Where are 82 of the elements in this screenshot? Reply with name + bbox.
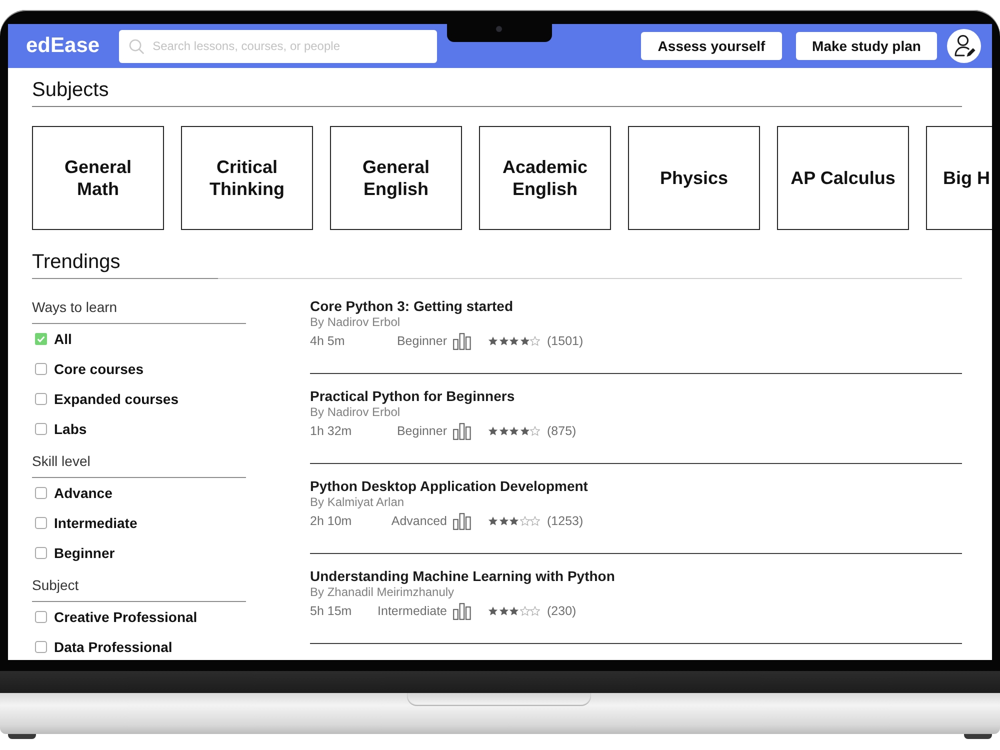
star-icon (509, 336, 519, 346)
star-icon (530, 516, 540, 526)
subject-card[interactable]: Big H (926, 126, 992, 230)
checkbox-label: Beginner (54, 545, 115, 561)
checkbox[interactable] (35, 547, 47, 559)
checkbox[interactable] (35, 333, 47, 345)
level-bars-icon (453, 332, 471, 350)
subject-card[interactable]: General English (330, 126, 462, 230)
filter-heading: Subject (32, 577, 79, 593)
checkbox-label: Expanded courses (54, 391, 178, 407)
user-edit-icon (947, 29, 981, 63)
checkbox[interactable] (35, 393, 47, 405)
section-title: Subjects (32, 79, 109, 101)
checkbox[interactable] (35, 517, 47, 529)
checkbox-label: Intermediate (54, 515, 138, 531)
star-icon (488, 606, 498, 616)
star-icon (520, 516, 530, 526)
course-title[interactable]: Understanding Machine Learning with Python (310, 568, 615, 584)
star-icon (509, 606, 519, 616)
subject-card[interactable]: Academic English (479, 126, 611, 230)
filter-heading: Skill level (32, 453, 90, 469)
section-title: Trendings (32, 251, 120, 273)
star-icon (498, 606, 508, 616)
subject-card[interactable]: Physics (628, 126, 760, 230)
review-count: (875) (547, 424, 576, 438)
star-icon (498, 336, 508, 346)
review-count: (230) (547, 604, 576, 618)
level-bars-icon (453, 512, 471, 530)
course-author: By Zhanadil Meirimzhanuly (310, 585, 454, 599)
profile-button[interactable] (947, 29, 981, 63)
star-icon (498, 516, 508, 526)
header-button[interactable]: Make study plan (796, 32, 937, 60)
star-icon (498, 426, 508, 436)
course-title[interactable]: Core Python 3: Getting started (310, 298, 514, 314)
logo[interactable]: edEase (26, 34, 100, 58)
level-bars-icon (453, 602, 471, 620)
review-count: (1253) (547, 514, 584, 528)
star-icon (488, 516, 498, 526)
checkbox-label: Labs (54, 421, 87, 437)
course-author: By Nadirov Erbol (310, 315, 400, 329)
checkbox-label: Advance (54, 485, 112, 501)
header-button[interactable]: Assess yourself (641, 32, 782, 60)
search-field[interactable]: Search lessons, courses, or people (118, 30, 437, 62)
search-icon (128, 38, 144, 54)
course-duration: 4h 5m (310, 334, 345, 348)
subject-card[interactable]: General Math (32, 126, 164, 230)
star-icon (530, 606, 540, 616)
course-level: Beginner (396, 334, 447, 348)
star-icon (520, 336, 530, 346)
checkbox[interactable] (35, 611, 47, 623)
star-icon (509, 426, 519, 436)
star-icon (520, 606, 530, 616)
star-icon (530, 426, 540, 436)
course-author: By Nadirov Erbol (310, 405, 400, 419)
course-level: Beginner (396, 424, 447, 438)
checkbox[interactable] (35, 487, 47, 499)
course-duration: 5h 15m (310, 604, 352, 618)
level-bars-icon (453, 422, 471, 440)
subject-card[interactable]: AP Calculus (777, 126, 909, 230)
camera-icon (496, 26, 502, 32)
course-duration: 1h 32m (310, 424, 352, 438)
course-title[interactable]: Python Desktop Application Development (310, 478, 588, 494)
star-icon (488, 336, 498, 346)
course-duration: 2h 10m (310, 514, 352, 528)
star-icon (520, 426, 530, 436)
star-icon (530, 336, 540, 346)
course-level: Intermediate (378, 604, 447, 618)
checkbox-label: Core courses (54, 361, 144, 377)
checkbox[interactable] (35, 363, 47, 375)
checkbox-label: Creative Professional (54, 609, 198, 625)
course-author: By Kalmiyat Arlan (310, 495, 404, 509)
filter-heading: Ways to learn (32, 299, 118, 315)
checkbox[interactable] (35, 641, 47, 653)
subject-card[interactable]: Critical Thinking (181, 126, 313, 230)
course-level: Advanced (391, 514, 447, 528)
checkbox-label: All (54, 331, 72, 347)
checkbox-label: Data Professional (54, 639, 172, 655)
checkbox[interactable] (35, 423, 47, 435)
course-title[interactable]: Practical Python for Beginners (310, 388, 515, 404)
star-icon (509, 516, 519, 526)
review-count: (1501) (547, 334, 584, 348)
star-icon (488, 426, 498, 436)
